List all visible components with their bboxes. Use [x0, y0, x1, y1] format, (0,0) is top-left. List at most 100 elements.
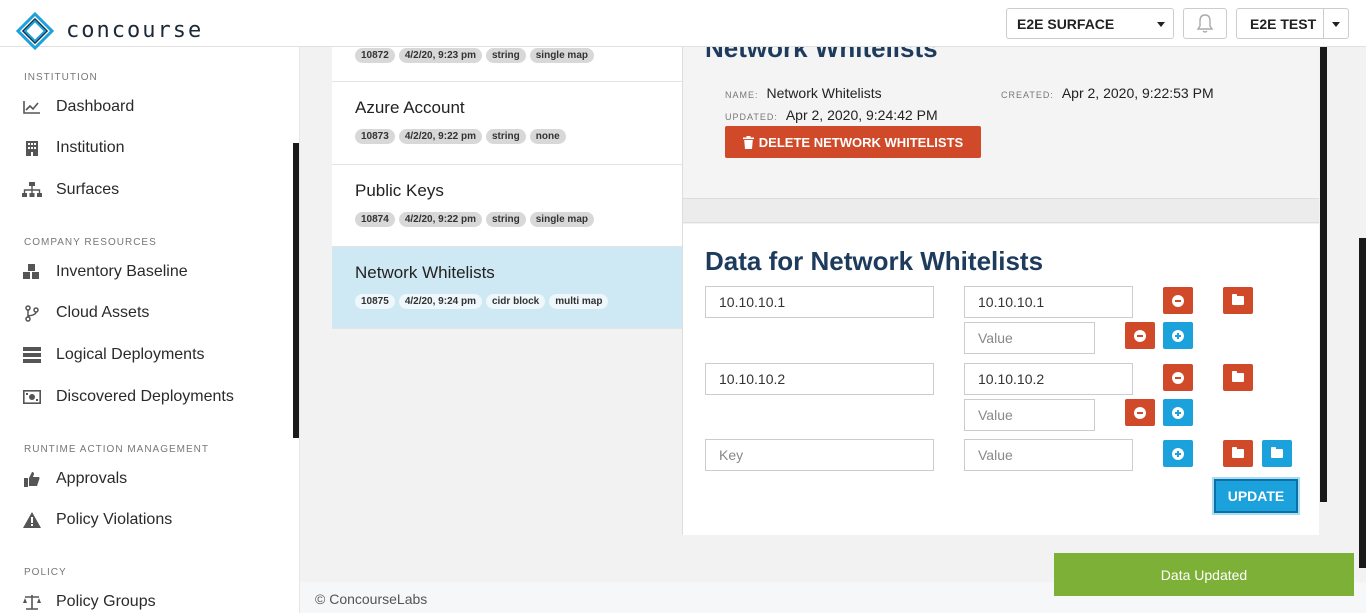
new-value-input[interactable]: Value	[964, 439, 1133, 471]
chart-icon	[22, 98, 42, 116]
new-key-input[interactable]: Key	[705, 439, 934, 471]
add-value-button[interactable]	[1163, 399, 1193, 426]
list-item[interactable]: Azure Account 10873 4/2/20, 9:22 pm stri…	[332, 82, 682, 165]
surface-select[interactable]: E2E SURFACE	[1006, 8, 1174, 39]
sidebar-item-inventory-baseline[interactable]: Inventory Baseline	[22, 261, 188, 283]
minus-circle-icon	[1172, 294, 1184, 307]
sidebar-item-dashboard[interactable]: Dashboard	[22, 96, 134, 118]
sidebar-item-discovered-deployments[interactable]: Discovered Deployments	[22, 386, 234, 408]
cubes-icon	[22, 263, 42, 281]
tag-date: 4/2/20, 9:23 pm	[398, 48, 482, 63]
sidebar-item-label: Dashboard	[56, 98, 135, 115]
data-editor: Data for Network Whitelists 10.10.10.1 1…	[683, 224, 1319, 535]
sidebar-item-institution[interactable]: Institution	[22, 137, 124, 159]
concourse-logo-icon	[15, 11, 55, 51]
sidebar-item-policy-groups[interactable]: Policy Groups	[22, 591, 156, 613]
user-select-value: E2E TEST	[1250, 15, 1317, 32]
tag-list: 10872 4/2/20, 9:23 pm string single map	[355, 48, 594, 63]
tag-map: single map	[529, 48, 594, 63]
sidebar-item-label: Discovered Deployments	[56, 388, 234, 405]
scrollbar[interactable]	[1320, 47, 1327, 502]
tag-type: string	[485, 129, 526, 144]
server-icon	[22, 346, 42, 364]
folder-icon	[1232, 294, 1244, 305]
remove-key-button[interactable]	[1163, 287, 1193, 314]
name-value: Network Whitelists	[766, 85, 882, 101]
list-item[interactable]: Public Keys 10874 4/2/20, 9:22 pm string…	[332, 165, 682, 247]
tag-id: 10873	[355, 129, 395, 144]
sidebar-item-label: Policy Violations	[56, 511, 173, 528]
section-title-company-resources: COMPANY RESOURCES	[24, 237, 157, 248]
delete-button[interactable]: DELETE NETWORK WHITELISTS	[725, 126, 981, 158]
balance-icon	[22, 593, 42, 611]
tag-type: cidr block	[485, 294, 546, 309]
tag-type: string	[485, 48, 526, 63]
thumbs-up-icon	[22, 470, 42, 488]
list-item-selected[interactable]: Network Whitelists 10875 4/2/20, 9:24 pm…	[332, 247, 682, 329]
new-value-input[interactable]: Value	[964, 322, 1095, 354]
warning-icon	[22, 511, 42, 529]
tag-list: 10875 4/2/20, 9:24 pm cidr block multi m…	[355, 294, 609, 309]
remove-key-button[interactable]	[1163, 364, 1193, 391]
sidebar-item-surfaces[interactable]: Surfaces	[22, 179, 119, 201]
sidebar-item-logical-deployments[interactable]: Logical Deployments	[22, 344, 205, 366]
tag-list: 10874 4/2/20, 9:22 pm string single map	[355, 212, 594, 227]
user-select[interactable]: E2E TEST	[1236, 8, 1349, 39]
notifications-button[interactable]	[1183, 8, 1227, 39]
sitemap-icon	[22, 181, 42, 199]
surface-select-value: E2E SURFACE	[1017, 15, 1115, 32]
name-label: NAME:	[725, 90, 759, 100]
value-input[interactable]: 10.10.10.2	[964, 363, 1133, 395]
value-input[interactable]: 10.10.10.1	[964, 286, 1133, 318]
key-input[interactable]: 10.10.10.2	[705, 363, 934, 395]
bell-icon	[1196, 13, 1214, 33]
tag-map: single map	[529, 212, 594, 227]
folder-button[interactable]	[1223, 440, 1253, 467]
update-button[interactable]: UPDATE	[1214, 479, 1298, 513]
minus-circle-icon	[1134, 329, 1146, 342]
tag-date: 4/2/20, 9:22 pm	[398, 212, 482, 227]
section-title-institution: INSTITUTION	[24, 72, 98, 83]
new-value-input[interactable]: Value	[964, 399, 1095, 431]
scrollbar[interactable]	[293, 143, 299, 438]
folder-button[interactable]	[1223, 287, 1253, 314]
building-icon	[22, 139, 42, 157]
section-title-runtime-action-management: RUNTIME ACTION MANAGEMENT	[24, 444, 210, 455]
sidebar-item-policy-violations[interactable]: Policy Violations	[22, 509, 172, 531]
delete-button-label: DELETE NETWORK WHITELISTS	[758, 134, 964, 150]
sidebar-item-cloud-assets[interactable]: Cloud Assets	[22, 302, 149, 324]
folder-icon	[1232, 371, 1244, 382]
section-title-policy: POLICY	[24, 567, 67, 578]
key-input[interactable]: 10.10.10.1	[705, 286, 934, 318]
list-item-title: Network Whitelists	[355, 263, 495, 282]
remove-value-button[interactable]	[1125, 399, 1155, 426]
folder-button[interactable]	[1223, 364, 1253, 391]
list-item[interactable]: 10872 4/2/20, 9:23 pm string single map	[332, 47, 682, 82]
plus-circle-icon	[1172, 329, 1184, 342]
add-value-button[interactable]	[1163, 322, 1193, 349]
brand-name: concourse	[66, 17, 204, 43]
sidebar: INSTITUTION Dashboard Institution Surfac…	[0, 47, 300, 613]
add-key-button[interactable]	[1163, 440, 1193, 467]
logo[interactable]: concourse	[15, 11, 204, 51]
page-scrollbar[interactable]	[1359, 238, 1366, 568]
caret-down-icon	[1332, 22, 1340, 27]
plus-circle-icon	[1172, 406, 1184, 419]
select-divider	[1323, 9, 1324, 38]
list-item-title: Public Keys	[355, 181, 444, 200]
top-header: concourse E2E SURFACE E2E TEST	[0, 0, 1366, 51]
created-value: Apr 2, 2020, 9:22:53 PM	[1061, 85, 1214, 101]
sidebar-item-label: Policy Groups	[56, 593, 156, 610]
created-field: CREATED: Apr 2, 2020, 9:22:53 PM	[1001, 85, 1214, 101]
name-field: NAME: Network Whitelists	[725, 85, 882, 101]
updated-label: UPDATED:	[725, 112, 778, 122]
add-folder-button[interactable]	[1262, 440, 1292, 467]
tag-type: string	[485, 212, 526, 227]
tag-map: none	[529, 129, 566, 144]
branch-icon	[22, 304, 42, 322]
sidebar-item-approvals[interactable]: Approvals	[22, 468, 127, 490]
tag-id: 10874	[355, 212, 395, 227]
updated-value: Apr 2, 2020, 9:24:42 PM	[785, 107, 938, 123]
remove-value-button[interactable]	[1125, 322, 1155, 349]
sidebar-item-label: Cloud Assets	[56, 304, 150, 321]
